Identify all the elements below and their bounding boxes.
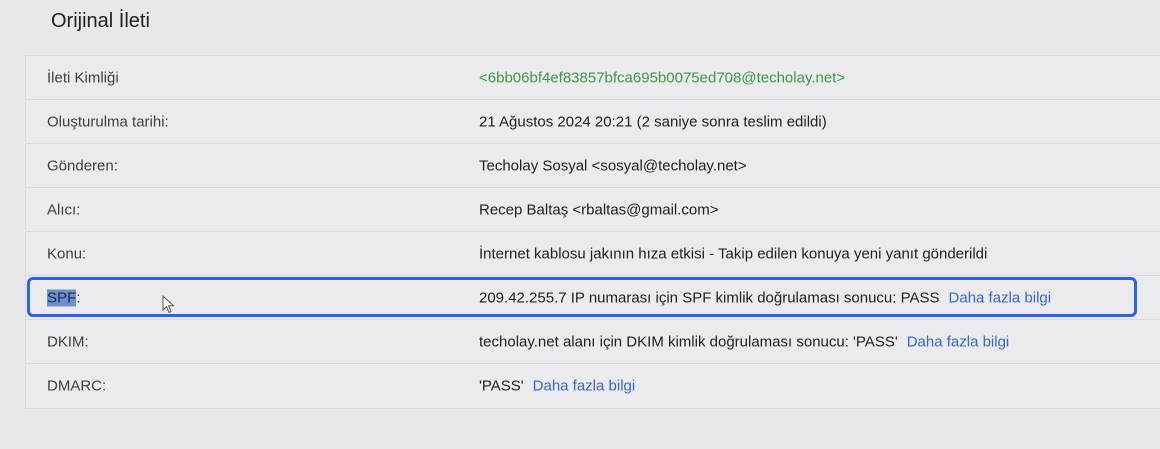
- message-id-text[interactable]: <6bb06bf4ef83857bfca695b0075ed708@techol…: [479, 69, 845, 86]
- mouse-cursor-icon: [162, 295, 175, 314]
- original-message-page: Orijinal İleti İleti Kimliği <6bb06bf4ef…: [0, 0, 1160, 449]
- page-title: Orijinal İleti: [51, 10, 150, 32]
- value-from: Techolay Sosyal <sosyal@techolay.net>: [479, 157, 747, 174]
- value-created-date: 21 Ağustos 2024 20:21 (2 saniye sonra te…: [479, 113, 827, 130]
- label-message-id: İleti Kimliği: [47, 69, 119, 86]
- dmarc-more-info-link[interactable]: Daha fazla bilgi: [533, 378, 636, 395]
- label-spf: SPF:: [47, 289, 81, 306]
- row-spf: SPF: 209.42.255.7 IP numarası için SPF k…: [26, 276, 1160, 320]
- label-dmarc: DMARC:: [47, 377, 107, 395]
- row-dmarc: DMARC: 'PASS' Daha fazla bilgi: [26, 364, 1160, 408]
- value-spf: 209.42.255.7 IP numarası için SPF kimlik…: [479, 289, 1052, 306]
- row-created-date: Oluşturulma tarihi: 21 Ağustos 2024 20:2…: [26, 100, 1160, 144]
- value-dkim: techolay.net alanı için DKIM kimlik doğr…: [479, 333, 1010, 350]
- row-to: Alıcı: Recep Baltaş <rbaltas@gmail.com>: [26, 188, 1160, 232]
- label-subject: Konu:: [47, 245, 87, 262]
- row-message-id: İleti Kimliği <6bb06bf4ef83857bfca695b00…: [26, 56, 1160, 100]
- label-from: Gönderen:: [47, 157, 118, 174]
- row-subject: Konu: İnternet kablosu jakının hıza etki…: [26, 232, 1160, 276]
- row-dkim: DKIM: techolay.net alanı için DKIM kimli…: [26, 320, 1160, 364]
- label-to: Alıcı:: [47, 201, 81, 218]
- spf-more-info-link[interactable]: Daha fazla bilgi: [949, 289, 1052, 306]
- value-message-id[interactable]: <6bb06bf4ef83857bfca695b0075ed708@techol…: [479, 69, 845, 86]
- row-from: Gönderen: Techolay Sosyal <sosyal@techol…: [26, 144, 1160, 188]
- selected-text: SPF: [47, 289, 77, 306]
- dkim-more-info-link[interactable]: Daha fazla bilgi: [907, 333, 1010, 350]
- label-dkim: DKIM:: [47, 333, 89, 350]
- message-details-table: İleti Kimliği <6bb06bf4ef83857bfca695b00…: [25, 55, 1160, 409]
- value-to: Recep Baltaş <rbaltas@gmail.com>: [479, 201, 719, 218]
- label-created-date: Oluşturulma tarihi:: [47, 113, 169, 130]
- value-subject: İnternet kablosu jakının hıza etkisi - T…: [479, 245, 988, 262]
- value-dmarc: 'PASS' Daha fazla bilgi: [479, 377, 636, 395]
